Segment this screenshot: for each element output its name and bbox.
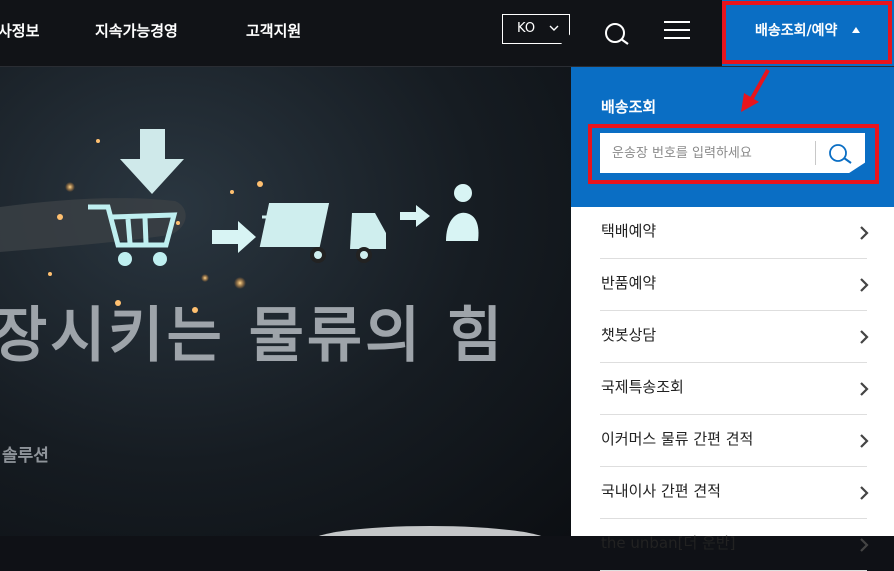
chevron-right-icon	[860, 226, 869, 240]
language-selector[interactable]: KO	[502, 14, 570, 44]
hamburger-menu-icon[interactable]	[664, 21, 690, 43]
search-icon[interactable]	[601, 18, 631, 48]
track-reserve-label: 배송조회/예약	[755, 23, 838, 39]
chevron-right-icon	[860, 278, 869, 292]
nav-item-sustainability[interactable]: 지속가능경영	[95, 0, 178, 62]
menu-item-moving-quote[interactable]: 국내이사 간편 견적	[600, 467, 869, 519]
nav-item-customer-support[interactable]: 고객지원	[246, 0, 301, 62]
top-navigation-bar: 사정보 지속가능경영 고객지원 KO 배송조회/예약	[0, 0, 894, 67]
hero-banner: 장시키는 물류의 힘 솔루션	[0, 67, 571, 536]
menu-item-the-unban[interactable]: the unban[더 운반]	[600, 519, 869, 571]
chevron-down-icon	[549, 25, 559, 31]
tracking-header: 배송조회	[571, 67, 894, 207]
chevron-right-icon	[860, 382, 869, 396]
menu-item-label: 국제특송조회	[601, 378, 684, 396]
caret-up-icon	[852, 27, 860, 33]
language-label: KO	[517, 21, 536, 36]
search-divider	[815, 141, 816, 165]
chevron-right-icon	[860, 486, 869, 500]
chevron-right-icon	[860, 434, 869, 448]
nav-item-company-info[interactable]: 사정보	[0, 0, 39, 62]
menu-item-label: 챗봇상담	[601, 326, 657, 344]
menu-item-label: 이커머스 물류 간편 견적	[601, 430, 754, 448]
tracking-menu-list: 택배예약 반품예약 챗봇상담 국제특송조회 이커머스 물류 간편 견적 국내이사…	[571, 207, 894, 571]
tracking-dropdown-panel: 배송조회 택배예약 반품예약 챗봇상담 국제특송조회 이커머스 물류	[571, 67, 894, 571]
track-reserve-button[interactable]: 배송조회/예약	[722, 0, 894, 66]
chevron-right-icon	[860, 330, 869, 344]
tracking-number-input[interactable]	[600, 133, 814, 173]
menu-item-label: 반품예약	[601, 274, 657, 292]
menu-item-return-reservation[interactable]: 반품예약	[600, 259, 869, 311]
menu-item-label: 국내이사 간편 견적	[601, 482, 721, 500]
menu-item-chatbot[interactable]: 챗봇상담	[600, 311, 869, 363]
hero-headline: 장시키는 물류의 힘	[0, 301, 506, 371]
tracking-search-box	[600, 133, 865, 173]
hero-subtitle: 솔루션	[2, 446, 49, 466]
menu-item-international-express[interactable]: 국제특송조회	[600, 363, 869, 415]
menu-item-ecommerce-quote[interactable]: 이커머스 물류 간편 견적	[600, 415, 869, 467]
tracking-title: 배송조회	[601, 98, 657, 116]
search-icon[interactable]	[826, 141, 856, 167]
menu-item-label: 택배예약	[601, 222, 657, 240]
chevron-right-icon	[860, 538, 869, 552]
menu-item-parcel-reservation[interactable]: 택배예약	[600, 207, 869, 259]
menu-item-label: the unban[더 운반]	[601, 534, 736, 552]
